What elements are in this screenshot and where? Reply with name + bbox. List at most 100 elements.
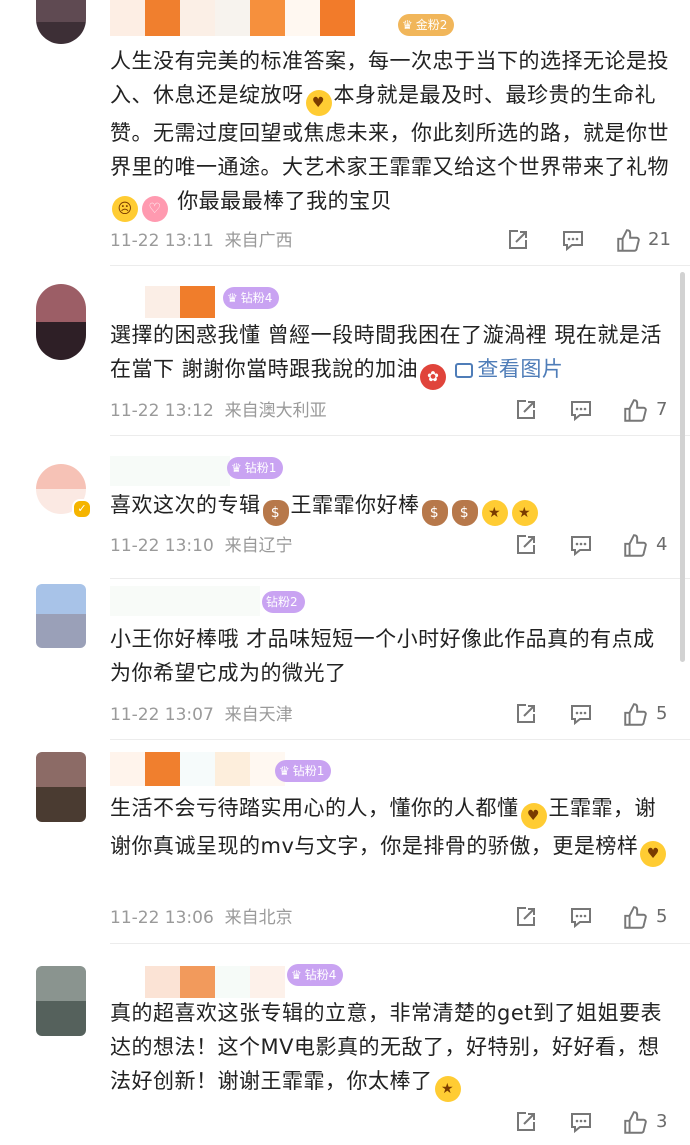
- comment-icon[interactable]: [569, 1110, 593, 1134]
- crown-icon: ♛: [402, 18, 413, 32]
- comment-text: 人生没有完美的标准答案，每一次忠于当下的选择无论是投入、休息还是绽放呀 ♥ 本身就是…: [110, 44, 670, 222]
- comment-item[interactable]: ♛ 金粉2 人生没有完美的标准答案，每一次忠于当下的选择无论是投入、休息还是绽放…: [0, 0, 690, 266]
- scrollbar[interactable]: [680, 272, 685, 662]
- starstruck-emoji-icon: ★: [481, 500, 508, 526]
- heart-hands-emoji-icon: ♡: [142, 196, 168, 222]
- rose-emoji-icon: ✿: [420, 364, 447, 390]
- fan-level-badge: ♛ 钻粉4: [223, 287, 280, 309]
- like-count: 21: [648, 229, 671, 250]
- like-count: 7: [656, 399, 668, 420]
- fan-level-badge: ♛ 钻粉1: [227, 457, 284, 479]
- kiss-heart-emoji-icon: ♥: [520, 803, 547, 829]
- money-bag-emoji-icon: $: [421, 500, 448, 526]
- divider: [110, 739, 690, 740]
- comment-icon[interactable]: [569, 533, 593, 557]
- username-blurred[interactable]: [110, 0, 355, 36]
- comment-item[interactable]: 钻粉2 小王你好棒哦 才品味短短一个小时好像此作品真的有点成为你希望它成为的微光…: [0, 580, 690, 740]
- thumbs-up-icon[interactable]: [622, 702, 648, 728]
- thumbs-up-icon[interactable]: [622, 533, 648, 559]
- comment-location: 来自广西: [224, 231, 293, 251]
- crown-icon: ♛: [227, 291, 238, 305]
- avatar[interactable]: [36, 752, 86, 822]
- divider: [110, 265, 690, 266]
- comment-icon[interactable]: [569, 398, 593, 422]
- share-icon[interactable]: [514, 1110, 538, 1134]
- username-blurred[interactable]: [110, 586, 260, 616]
- fan-level-badge: ♛ 钻粉4: [287, 964, 344, 986]
- comment-icon[interactable]: [561, 228, 585, 252]
- comment-text: 生活不会亏待踏实用心的人，懂你的人都懂 ♥ 王霏霏，谢谢你真诚呈现的mv与文字，你是…: [110, 791, 670, 867]
- comment-text: 喜欢这次的专辑 $ 王霏霏你好棒 $ $ ★ ★: [110, 488, 670, 526]
- share-icon[interactable]: [506, 228, 530, 252]
- avatar[interactable]: [36, 966, 86, 1036]
- comment-time: 11-22 13:06: [110, 908, 214, 928]
- share-icon[interactable]: [514, 533, 538, 557]
- comment-icon[interactable]: [569, 905, 593, 929]
- crown-icon: ♛: [231, 461, 242, 475]
- comment-actions: 3: [500, 1108, 680, 1138]
- divider: [110, 943, 690, 944]
- comment-meta: 11-22 13:06 来自北京: [110, 906, 293, 930]
- smiling-hearts-emoji-icon: ♥: [305, 90, 332, 116]
- comment-item[interactable]: ♛ 钻粉4 選擇的困惑我懂 曾經一段時間我困在了漩渦裡 現在就是活在當下 謝謝你…: [0, 280, 690, 436]
- avatar[interactable]: [36, 584, 86, 648]
- comment-actions: 5: [500, 700, 680, 730]
- comment-actions: 7: [500, 396, 680, 426]
- comment-meta: 11-22 13:12 来自澳大利亚: [110, 399, 327, 423]
- comment-icon[interactable]: [569, 702, 593, 726]
- like-count: 5: [656, 703, 668, 724]
- username-blurred[interactable]: [110, 286, 215, 318]
- comment-meta: 11-22 13:11 来自广西: [110, 229, 293, 253]
- comment-meta: 11-22 13:10 来自辽宁: [110, 534, 293, 558]
- comment-text: 選擇的困惑我懂 曾經一段時間我困在了漩渦裡 現在就是活在當下 謝謝你當時跟我說的…: [110, 318, 670, 390]
- comment-time: 11-22 13:07: [110, 705, 214, 725]
- view-image-link[interactable]: 查看图片: [455, 357, 563, 381]
- comment-item[interactable]: ♛ 钻粉1 生活不会亏待踏实用心的人，懂你的人都懂 ♥ 王霏霏，谢谢你真诚呈现的mv…: [0, 748, 690, 944]
- comment-location: 来自澳大利亚: [224, 401, 327, 421]
- comment-actions: 21: [500, 226, 680, 256]
- share-icon[interactable]: [514, 398, 538, 422]
- thumbs-up-icon[interactable]: [622, 1110, 648, 1136]
- money-bag-emoji-icon: $: [451, 500, 478, 526]
- share-icon[interactable]: [514, 702, 538, 726]
- divider: [110, 435, 690, 436]
- username-blurred[interactable]: [110, 752, 285, 786]
- heart-face-emoji-icon: ♥: [640, 841, 667, 867]
- divider: [110, 578, 690, 579]
- like-count: 5: [656, 906, 668, 927]
- thumbs-up-icon[interactable]: [622, 398, 648, 424]
- image-icon: [455, 363, 474, 378]
- comment-item[interactable]: ✓ ♛ 钻粉1 喜欢这次的专辑 $ 王霏霏你好棒 $ $ ★ ★ 11-22 13:10 来…: [0, 450, 690, 590]
- money-bag-emoji-icon: $: [262, 500, 289, 526]
- crying-face-emoji-icon: ☹: [112, 196, 138, 222]
- avatar[interactable]: [36, 0, 86, 44]
- comment-text: 小王你好棒哦 才品味短短一个小时好像此作品真的有点成为你希望它成为的微光了: [110, 627, 655, 685]
- comment-actions: 4: [500, 531, 680, 561]
- thumbs-up-icon[interactable]: [622, 905, 648, 931]
- like-count: 3: [656, 1111, 668, 1132]
- verified-badge-icon: ✓: [72, 499, 92, 519]
- starstruck-emoji-icon: ★: [434, 1076, 461, 1102]
- username-blurred[interactable]: [110, 456, 230, 486]
- comment-location: 来自天津: [224, 705, 293, 725]
- crown-icon: ♛: [291, 968, 302, 982]
- crown-icon: ♛: [279, 764, 290, 778]
- comment-location: 来自辽宁: [224, 536, 293, 556]
- fan-level-badge: ♛ 钻粉1: [275, 760, 332, 782]
- share-icon[interactable]: [514, 905, 538, 929]
- comment-location: 来自北京: [224, 908, 293, 928]
- username-blurred[interactable]: [145, 966, 285, 998]
- avatar[interactable]: [36, 284, 86, 360]
- comment-item[interactable]: ♛ 钻粉4 真的超喜欢这张专辑的立意，非常清楚的get到了姐姐要表达的想法！这个…: [0, 958, 690, 1145]
- comment-time: 11-22 13:10: [110, 536, 214, 556]
- comment-time: 11-22 13:12: [110, 401, 214, 421]
- starstruck-emoji-icon: ★: [511, 500, 538, 526]
- like-count: 4: [656, 534, 668, 555]
- thumbs-up-icon[interactable]: [615, 228, 641, 254]
- comment-text: 真的超喜欢这张专辑的立意，非常清楚的get到了姐姐要表达的想法！这个MV电影真的…: [110, 996, 670, 1102]
- fan-level-badge: 钻粉2: [262, 591, 305, 613]
- comment-actions: 5: [500, 903, 680, 933]
- fan-level-badge: ♛ 金粉2: [398, 14, 455, 36]
- comment-time: 11-22 13:11: [110, 231, 214, 251]
- comment-meta: 11-22 13:07 来自天津: [110, 703, 293, 727]
